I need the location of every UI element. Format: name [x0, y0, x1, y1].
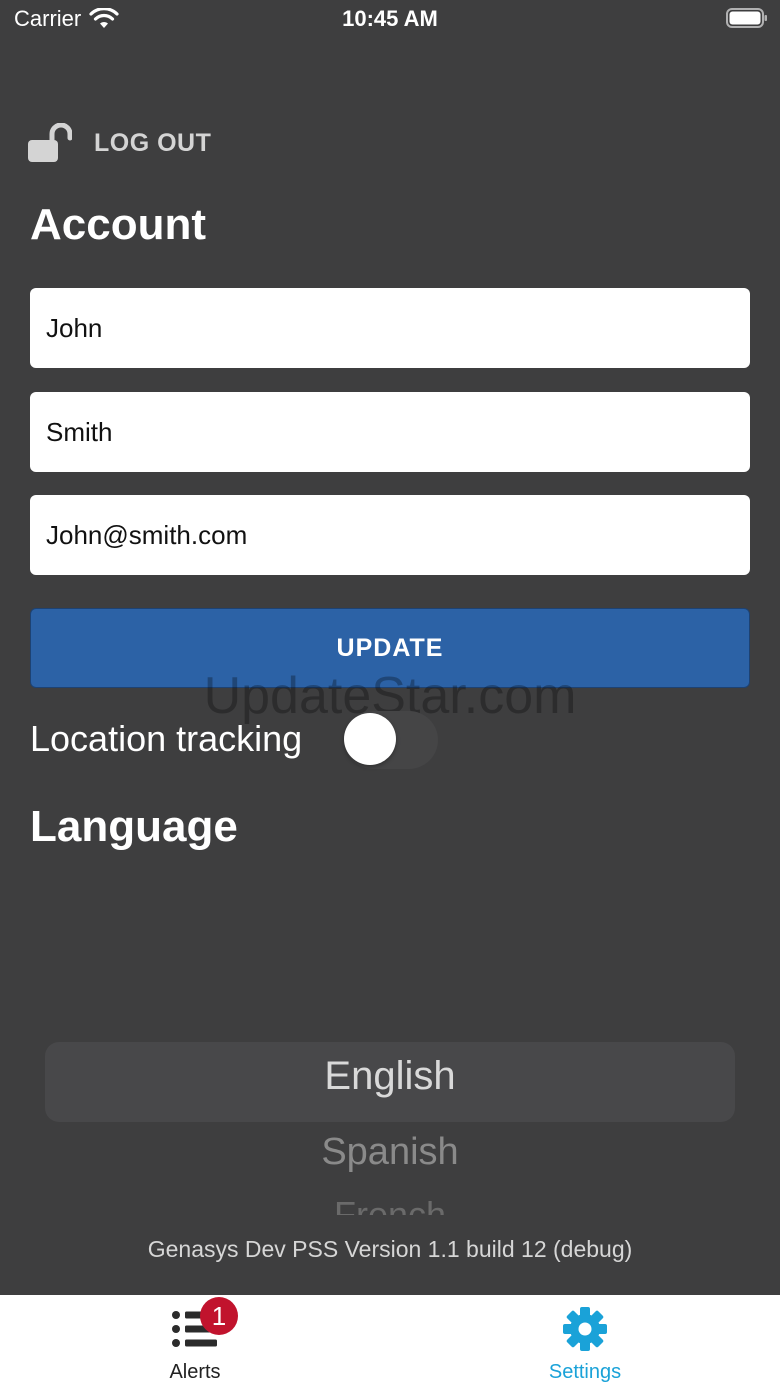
update-button[interactable]: UPDATE: [30, 608, 750, 688]
email-field[interactable]: [30, 495, 750, 575]
tab-bar: 1 Alerts Settings: [0, 1295, 780, 1387]
tab-alerts-label: Alerts: [169, 1361, 221, 1383]
gear-icon: [563, 1307, 607, 1351]
first-name-field[interactable]: [30, 288, 750, 368]
language-option-english[interactable]: English: [45, 1054, 735, 1099]
alerts-badge: 1: [200, 1297, 238, 1335]
status-time: 10:45 AM: [342, 6, 438, 31]
battery-icon: [726, 8, 767, 28]
language-picker[interactable]: English Spanish French: [45, 1040, 735, 1215]
language-title: Language: [30, 802, 238, 851]
location-tracking-toggle[interactable]: [344, 711, 438, 769]
status-bar: Carrier 10:45 AM: [0, 0, 780, 44]
tab-alerts[interactable]: 1 Alerts: [0, 1295, 390, 1387]
tab-settings-label: Settings: [548, 1361, 622, 1383]
account-title: Account: [30, 200, 206, 249]
last-name-field[interactable]: [30, 392, 750, 472]
language-option-french[interactable]: French: [45, 1194, 735, 1215]
toggle-knob: [344, 713, 396, 765]
location-tracking-label: Location tracking: [30, 718, 303, 759]
settings-screen: Carrier 10:45 AM LOG OUT Account UPDATE …: [0, 0, 780, 1387]
logout-label: LOG OUT: [94, 128, 212, 157]
unlocked-padlock-icon: [28, 123, 72, 162]
tab-settings[interactable]: Settings: [390, 1295, 780, 1387]
language-option-spanish[interactable]: Spanish: [45, 1131, 735, 1174]
version-text: Genasys Dev PSS Version 1.1 build 12 (de…: [147, 1236, 633, 1262]
logout-button[interactable]: LOG OUT: [28, 122, 211, 164]
